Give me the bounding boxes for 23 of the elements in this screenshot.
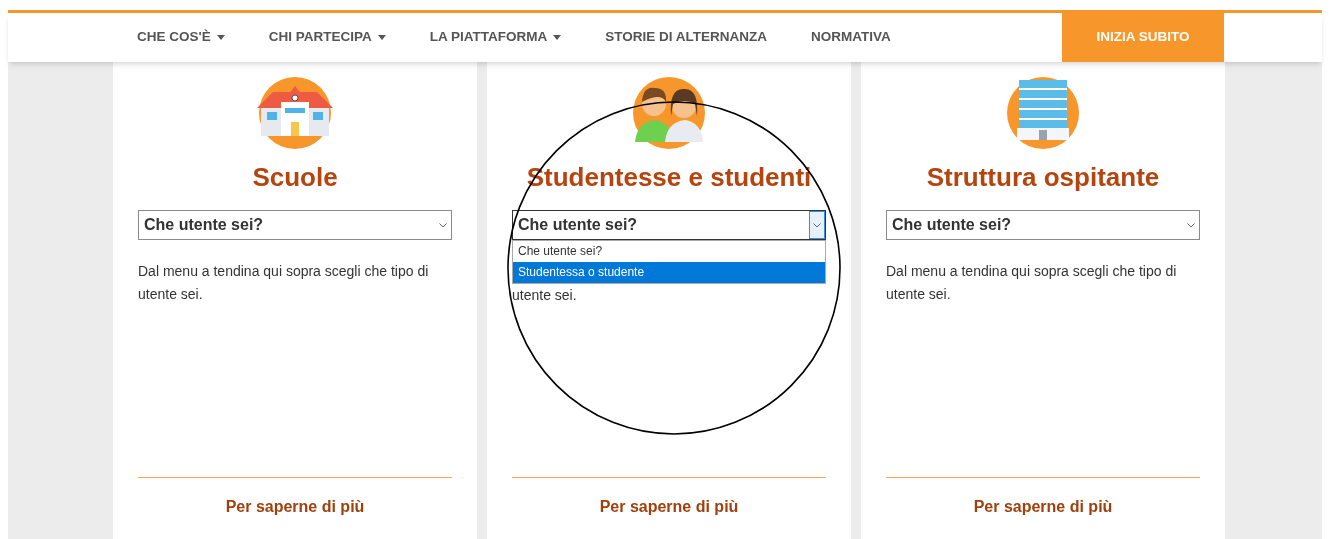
caret-icon xyxy=(377,35,386,40)
card-description: Dal menu a tendina qui sopra scegli che tipo di utente sei. xyxy=(138,262,430,304)
user-type-dropdown[interactable]: Che utente sei? xyxy=(138,210,452,240)
card-title: Struttura ospitante xyxy=(926,162,1160,192)
user-type-dropdown[interactable]: Che utente sei? xyxy=(886,210,1200,240)
nav-link[interactable]: LA PIATTAFORMA xyxy=(429,27,562,48)
chevron-down-icon xyxy=(813,222,821,228)
read-more-link[interactable]: Per saperne di più xyxy=(973,495,1113,519)
nav-link[interactable]: STORIE DI ALTERNANZA xyxy=(605,27,767,48)
read-more-link[interactable]: Per saperne di più xyxy=(599,495,739,519)
card-description: Dal menu a tendina qui sopra scegli che tipo di utente sei. xyxy=(886,262,1178,304)
chevron-down-icon xyxy=(439,222,447,228)
read-more-link[interactable]: Per saperne di più xyxy=(225,495,365,519)
chevron-down-icon xyxy=(1187,222,1195,228)
caret-icon xyxy=(553,35,562,40)
dropdown-option[interactable]: Studentessa o studente xyxy=(513,262,825,283)
caret-icon xyxy=(216,35,225,40)
card-title: Scuole xyxy=(252,162,338,192)
user-type-dropdown[interactable]: Che utente sei? xyxy=(512,210,826,240)
nav-link[interactable]: NORMATIVA xyxy=(811,27,891,48)
nav-link[interactable]: CHE COS'È xyxy=(137,27,225,48)
card-description: utente sei. xyxy=(512,286,578,305)
nav-link[interactable]: CHI PARTECIPA xyxy=(268,27,386,48)
